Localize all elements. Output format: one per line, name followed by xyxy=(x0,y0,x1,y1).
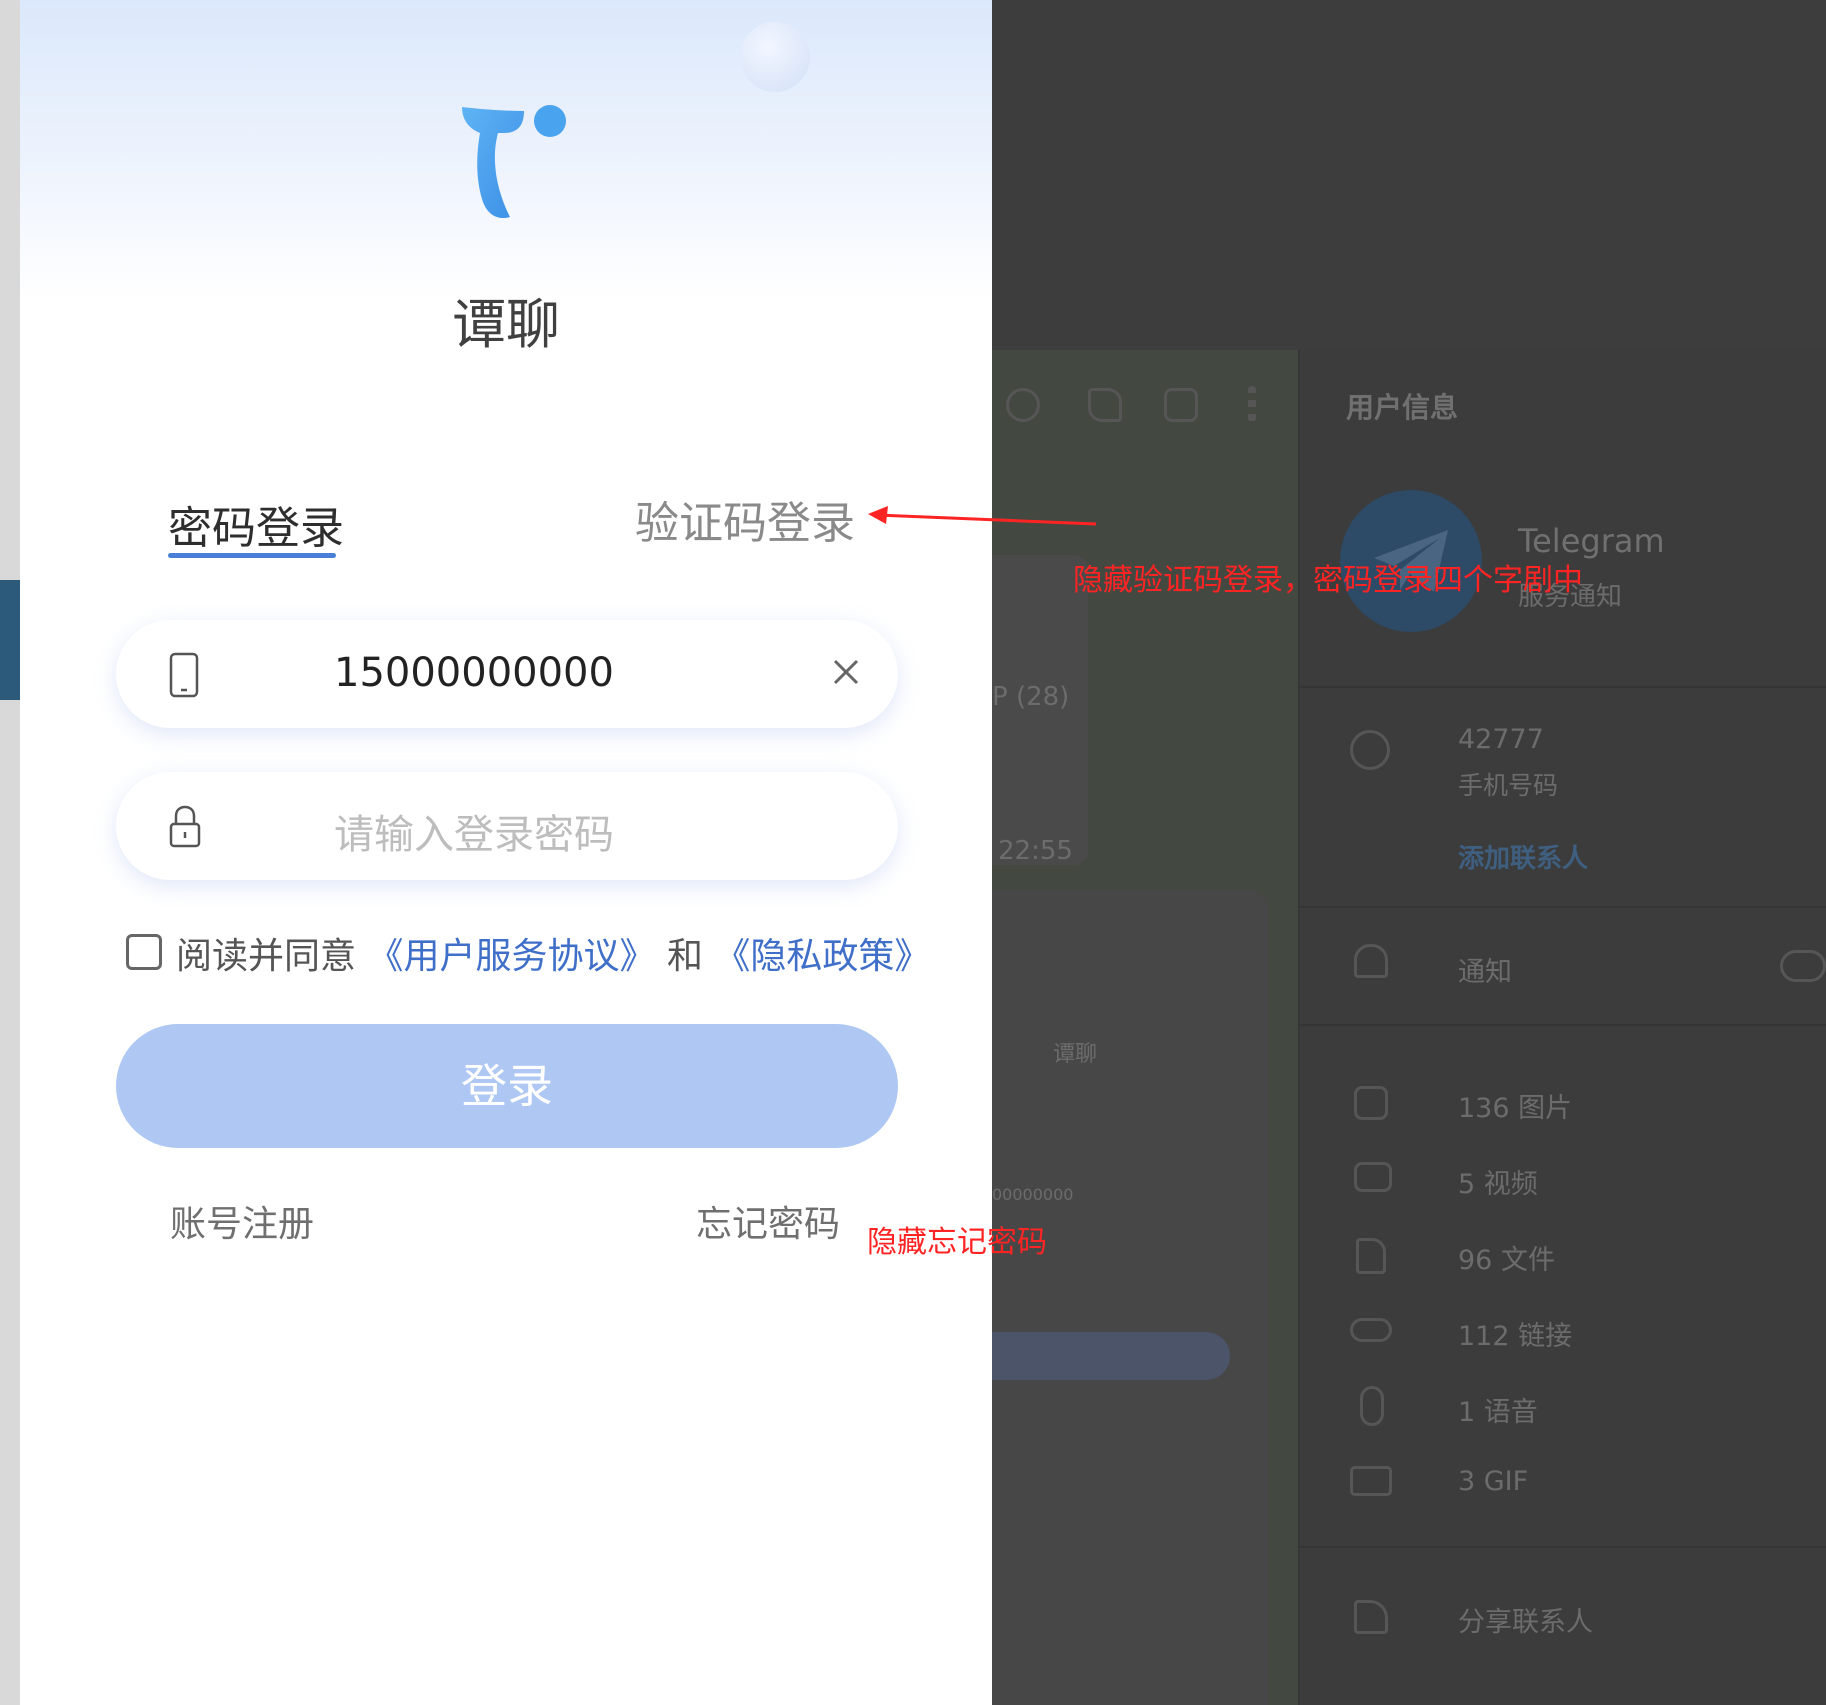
mic-icon xyxy=(1360,1386,1384,1426)
annotation-note: 隐藏忘记密码 xyxy=(867,1225,1047,1260)
tab-sms-code-login[interactable]: 验证码登录 xyxy=(635,487,855,551)
phone-field[interactable]: 15000000000 xyxy=(116,620,898,728)
clear-input-icon[interactable] xyxy=(824,650,868,694)
agreement-prefix: 阅读并同意 xyxy=(176,936,357,977)
notifications-label: 通知 xyxy=(1458,957,1512,988)
terms-link[interactable]: 《用户服务协议》 xyxy=(367,936,655,977)
share-icon xyxy=(1354,1600,1388,1634)
file-icon xyxy=(1356,1238,1386,1274)
media-images[interactable]: 136 图片 xyxy=(1458,1086,1572,1125)
background-chat-count: P (28) xyxy=(992,682,1070,712)
login-button[interactable]: 登录 xyxy=(116,1024,898,1148)
app-logo-icon xyxy=(462,105,566,219)
lock-icon xyxy=(169,805,201,848)
notifications-toggle[interactable] xyxy=(1780,950,1826,982)
privacy-link[interactable]: 《隐私政策》 xyxy=(714,936,930,977)
background-mini-login-button xyxy=(992,1332,1230,1380)
background-left-edge xyxy=(0,0,20,1705)
mobile-phone-icon xyxy=(169,652,199,698)
phone-number-label: 手机号码 xyxy=(1458,771,1559,800)
annotation-note: 隐藏验证码登录，密码登录四个字剧中 xyxy=(1073,563,1583,598)
media-videos[interactable]: 5 视频 xyxy=(1458,1162,1538,1201)
decorative-bubble xyxy=(740,22,810,92)
gif-icon xyxy=(1350,1466,1392,1496)
search-icon[interactable] xyxy=(1006,388,1040,422)
video-icon xyxy=(1354,1162,1392,1192)
password-input[interactable]: 请输入登录密码 xyxy=(334,802,614,860)
agreement-text: 阅读并同意 《用户服务协议》 和 《隐私政策》 xyxy=(176,927,930,979)
sidebar-toggle-icon[interactable] xyxy=(1164,388,1198,422)
media-links[interactable]: 112 链接 xyxy=(1458,1314,1572,1353)
user-info-title: 用户信息 xyxy=(1346,391,1459,424)
image-icon xyxy=(1354,1086,1388,1120)
background-mini-phone xyxy=(992,890,1268,1705)
share-contact-link[interactable]: 分享联系人 xyxy=(1458,1600,1593,1639)
media-files[interactable]: 96 文件 xyxy=(1458,1238,1555,1277)
panel-divider xyxy=(1300,906,1826,908)
more-menu-icon[interactable] xyxy=(1248,386,1256,422)
link-icon xyxy=(1350,1318,1392,1342)
bell-icon xyxy=(1354,944,1388,978)
background-left-selected-bar xyxy=(0,580,20,700)
agree-checkbox[interactable] xyxy=(126,934,162,970)
tab-password-login[interactable]: 密码登录 xyxy=(168,492,344,556)
panel-divider xyxy=(1300,1024,1826,1026)
media-voice[interactable]: 1 语音 xyxy=(1458,1390,1538,1429)
forgot-password-link[interactable]: 忘记密码 xyxy=(696,1195,840,1247)
app-name: 谭聊 xyxy=(452,293,560,356)
panel-divider xyxy=(1300,686,1826,688)
annotation-arrow-icon xyxy=(868,506,1097,526)
info-icon xyxy=(1350,730,1390,770)
media-gif[interactable]: 3 GIF xyxy=(1458,1466,1528,1497)
background-chat-time: 22:55 xyxy=(998,836,1073,866)
add-contact-link[interactable]: 添加联系人 xyxy=(1458,838,1588,875)
background-mini-app-name: 谭聊 xyxy=(1053,1042,1098,1067)
phone-number-value: 42777 xyxy=(1458,724,1544,755)
register-link[interactable]: 账号注册 xyxy=(170,1195,314,1247)
agreement-and: 和 xyxy=(666,936,703,977)
login-screen: 谭聊 密码登录 验证码登录 15000000000 请输入登录密码 阅读并同意 … xyxy=(20,0,992,1705)
phone-call-icon[interactable] xyxy=(1088,388,1122,422)
password-field[interactable]: 请输入登录密码 xyxy=(116,772,898,880)
panel-divider xyxy=(1300,1546,1826,1548)
active-tab-indicator xyxy=(168,553,336,558)
background-mini-phone-number: 00000000 xyxy=(992,1185,1074,1204)
phone-input[interactable]: 15000000000 xyxy=(334,650,614,696)
